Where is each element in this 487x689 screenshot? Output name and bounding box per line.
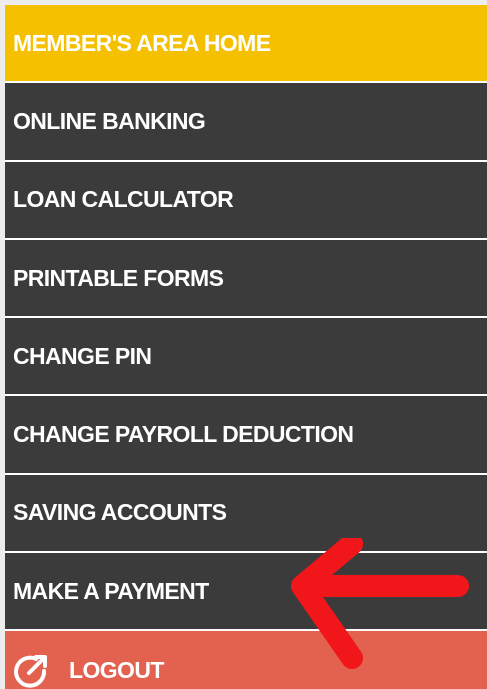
menu-item-members-area-home[interactable]: MEMBER'S AREA HOME [5,5,487,84]
menu-item-loan-calculator[interactable]: LOAN CALCULATOR [5,161,487,240]
menu-item-online-banking[interactable]: ONLINE BANKING [5,83,487,162]
logout-button[interactable]: LOGOUT [5,631,487,689]
members-side-menu: MEMBER'S AREA HOME ONLINE BANKING LOAN C… [5,5,487,689]
menu-item-change-pin[interactable]: CHANGE PIN [5,318,487,397]
logout-label: LOGOUT [69,657,164,684]
menu-item-change-payroll-deduction[interactable]: CHANGE PAYROLL DEDUCTION [5,396,487,475]
menu-item-printable-forms[interactable]: PRINTABLE FORMS [5,239,487,319]
menu-item-make-a-payment[interactable]: MAKE A PAYMENT [5,553,487,632]
menu-item-saving-accounts[interactable]: SAVING ACCOUNTS [5,474,487,554]
logout-icon [11,651,51,689]
